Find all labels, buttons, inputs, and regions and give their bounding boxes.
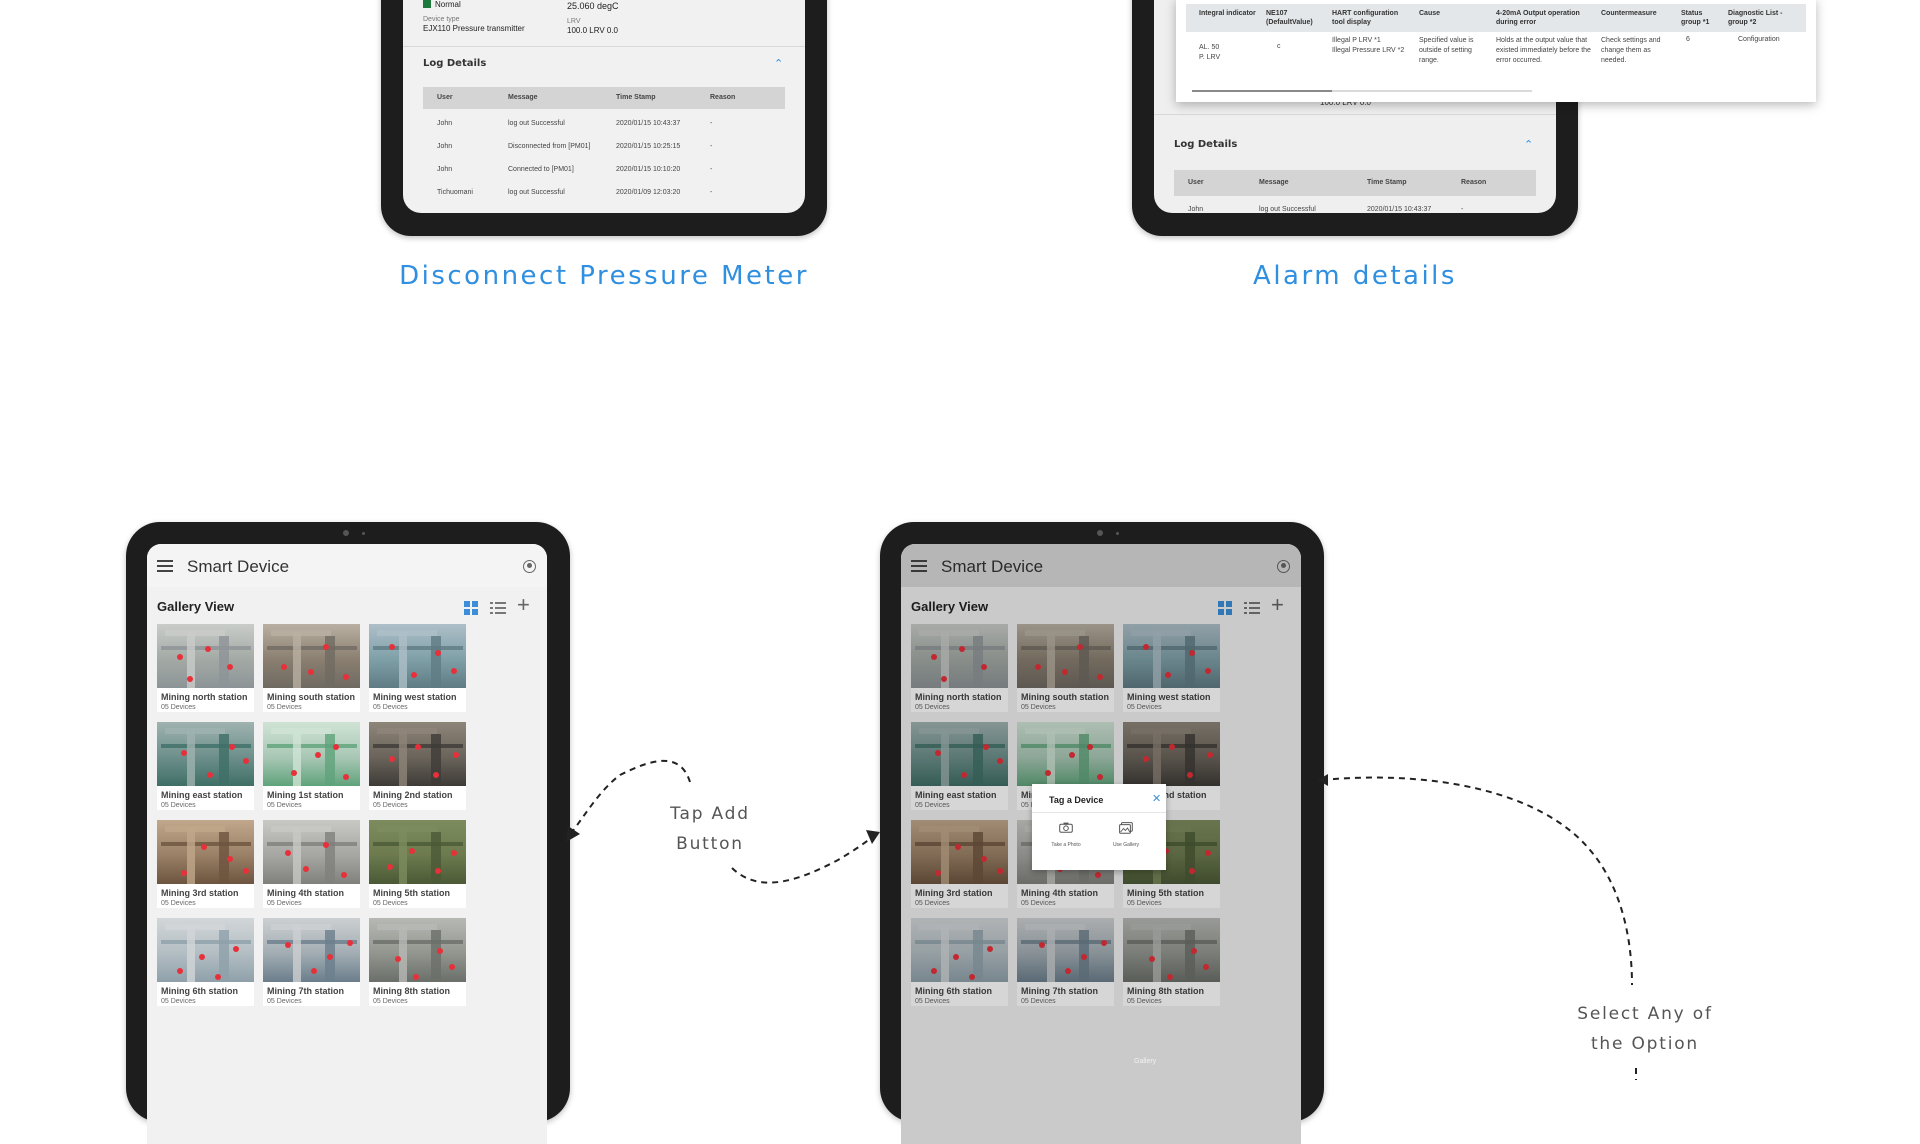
arrow-to-dialog bbox=[731, 835, 875, 884]
arrowhead-tap bbox=[566, 826, 580, 842]
arrowhead-dialog bbox=[866, 830, 880, 844]
arrowhead-select bbox=[1318, 774, 1328, 786]
flow-arrows bbox=[566, 759, 1637, 1080]
arrow-to-tap-add bbox=[571, 759, 691, 833]
arrow-to-select bbox=[1321, 776, 1633, 986]
